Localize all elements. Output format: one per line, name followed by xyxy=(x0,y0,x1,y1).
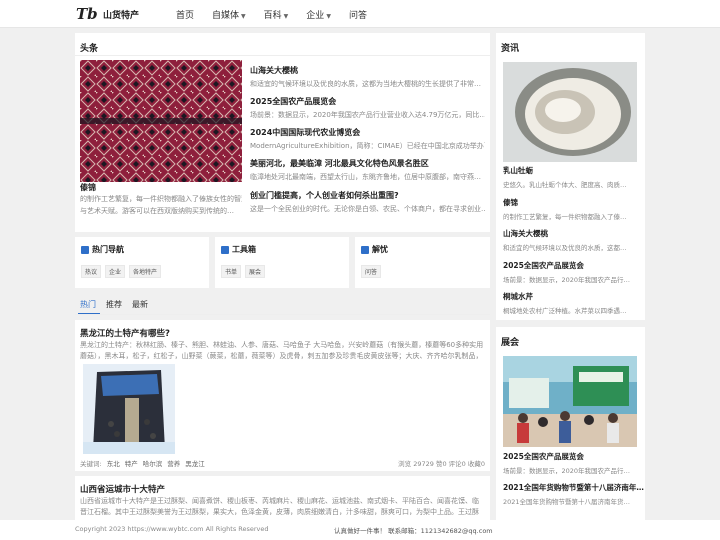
expo-item-desc: 场前景：数据显示，2020年我国农产品行… xyxy=(503,467,631,475)
keyword-link[interactable]: 哈尔滨 xyxy=(143,458,163,468)
news-item-title[interactable]: 傣锦 xyxy=(503,197,518,208)
tab-hot[interactable]: 热门 xyxy=(80,299,96,310)
tag-link[interactable]: 热议 xyxy=(81,265,102,278)
tag-link[interactable]: 展会 xyxy=(245,265,266,278)
footer-copyright: Copyright 2023 https://www.wybtc.com All… xyxy=(75,525,269,533)
article-stats: 浏览 29729 赞0 评论0 收藏0 xyxy=(398,460,485,468)
caret-down-icon: ▼ xyxy=(283,12,289,20)
expo-item-title[interactable]: 2021全国年货购物节暨第十八届济南年… xyxy=(503,482,644,493)
grid-icon xyxy=(81,245,89,254)
feature-image[interactable] xyxy=(80,60,242,182)
nav-label: 百科 xyxy=(263,10,282,21)
nav-qa[interactable]: 问答 xyxy=(349,8,367,21)
tag-link[interactable]: 问答 xyxy=(361,265,382,278)
headline-item-desc: 和适宜的气候环境以及优良的水质，这都为当地大樱桃的生长提供了非常… xyxy=(250,80,481,88)
footer: Copyright 2023 https://www.wybtc.com All… xyxy=(0,520,720,540)
headline-item-desc: 场前景：数据显示，2020年我国农产品行业营业收入达4.79万亿元，同比… xyxy=(250,111,485,119)
tag-link[interactable]: 书单 xyxy=(221,265,242,278)
tag-link[interactable]: 企业 xyxy=(105,265,126,278)
nav-home[interactable]: 首页 xyxy=(176,8,194,21)
keywords-label: 关键词: xyxy=(80,460,102,468)
widget-toolbox: 工具箱 书单 展会 xyxy=(215,237,349,288)
news-feature-image[interactable] xyxy=(503,62,637,162)
expo-item-title[interactable]: 2025全国农产品展览会 xyxy=(503,451,584,462)
headline-item-title[interactable]: 2025全国农产品展览会 xyxy=(250,96,336,107)
headline-item-title[interactable]: 创业门槛提高，个人创业者如何杀出重围? xyxy=(250,190,399,201)
nav-label: 自媒体 xyxy=(212,10,240,21)
article-title[interactable]: 黑龙江的土特产有哪些? xyxy=(80,327,170,339)
feature-title[interactable]: 傣锦 xyxy=(80,182,96,193)
toolbox-icon xyxy=(221,245,229,254)
news-item-title[interactable]: 桐城水芹 xyxy=(503,291,533,302)
main-nav: 首页 自媒体 ▼ 百科 ▼ 企业 ▼ 问答 xyxy=(176,0,385,28)
expo-feature-image[interactable] xyxy=(503,356,637,447)
widget-title: 工具箱 xyxy=(232,245,256,254)
sidebar-news: 资讯 乳山牡蛎 史悠久。乳山牡蛎个体大、肥度高、肉质… 傣锦 的制作工艺繁复，每… xyxy=(496,33,645,320)
article-keywords: 关键词: 东北 特产 哈尔滨 营养 黑龙江 xyxy=(80,458,205,468)
headline-item-title[interactable]: 山海关大樱桃 xyxy=(250,65,298,76)
site-logo[interactable]: Tb 山货特产 xyxy=(76,5,139,23)
article-desc: 黑龙江的土特产：秋林红肠、榛子、熊胆、林蛙油、人参、唐菇、马哈鱼子 大马哈鱼，兴… xyxy=(80,341,484,360)
expo-item-desc: 2021全国年货购物节暨第十八届济南年货… xyxy=(503,498,631,506)
tab-recommend[interactable]: 推荐 xyxy=(106,299,122,310)
nav-media[interactable]: 自媒体 ▼ xyxy=(212,8,246,21)
keyword-link[interactable]: 东北 xyxy=(107,458,120,468)
nav-label: 首页 xyxy=(176,10,195,21)
help-icon xyxy=(361,245,369,254)
tag-link[interactable]: 各地特产 xyxy=(129,265,162,278)
article-desc: 山西省运城市十大特产是王过酥梨、闻喜煮饼、稷山板枣、芮城麻片、稷山麻花、运城池盐… xyxy=(80,497,479,516)
caret-down-icon: ▼ xyxy=(326,12,331,20)
nav-label: 问答 xyxy=(348,10,367,21)
article-card: 黑龙江的土特产有哪些? 黑龙江的土特产：秋林红肠、榛子、熊胆、林蛙油、人参、唐菇… xyxy=(75,320,490,471)
footer-contact-prefix: 认真做好一件事！ 联系邮箱： xyxy=(334,527,421,535)
news-item-desc: 的制作工艺繁复，每一件织物都融入了傣… xyxy=(503,213,627,221)
news-item-desc: 桐城地处农村广泛种植。水芹菜以四季遇… xyxy=(503,307,627,315)
keyword-link[interactable]: 黑龙江 xyxy=(185,458,205,468)
headlines-title: 头条 xyxy=(80,44,99,54)
headlines-panel: 头条 傣锦 的制作工艺繁复，每一件织物都融入了傣族女性的智慧与艺术天赋。游客可以… xyxy=(75,33,490,232)
nav-wiki[interactable]: 百科 ▼ xyxy=(264,8,289,21)
widget-hot-nav: 热门导航 热议 企业 各地特产 xyxy=(75,237,209,288)
news-feature-desc: 史悠久。乳山牡蛎个体大、肥度高、肉质… xyxy=(503,181,627,189)
feed-tabs: 热门 推荐 最新 xyxy=(75,293,490,315)
news-item-title[interactable]: 2025全国农产品展览会 xyxy=(503,260,584,271)
news-item-desc: 和适宜的气候环境以及优良的水质，这都… xyxy=(503,244,627,252)
headline-item-title[interactable]: 美丽河北，最美临漳 河北最具文化特色风景名胜区 xyxy=(250,158,429,169)
sidebar-expo: 展会 2025全国农产品展览会 场前景：数据显示，2020年我国农产品行… 20… xyxy=(496,327,645,520)
logo-mark: Tb xyxy=(76,5,98,23)
caret-down-icon: ▼ xyxy=(241,12,246,20)
headline-item-desc: 临漳地处河北最南端，西望太行山，东眺齐鲁地，位居中原腹部，南守燕… xyxy=(250,173,481,181)
news-item-desc: 场前景：数据显示，2020年我国农产品行… xyxy=(503,276,631,284)
expo-title: 展会 xyxy=(501,338,520,348)
widget-title: 解忧 xyxy=(372,245,388,254)
nav-label: 企业 xyxy=(306,10,325,21)
tab-latest[interactable]: 最新 xyxy=(132,299,148,310)
article-title[interactable]: 山西省运城市十大特产 xyxy=(80,483,165,495)
feature-desc: 的制作工艺繁复，每一件织物都融入了傣族女性的智慧与艺术天赋。游客可以在西双版纳购… xyxy=(80,195,242,203)
keyword-link[interactable]: 营养 xyxy=(167,458,180,468)
headline-item-title[interactable]: 2024中国国际现代农业博览会 xyxy=(250,127,360,138)
footer-contact: 认真做好一件事！ 联系邮箱：1121342682@qq.com xyxy=(334,525,493,535)
news-feature-title[interactable]: 乳山牡蛎 xyxy=(503,165,533,176)
widget-title: 热门导航 xyxy=(92,245,124,254)
headline-item-desc: 这是一个全民创业的时代。无论你是白领、农民、个体商户，都在寻求创业… xyxy=(250,205,485,213)
keyword-link[interactable]: 特产 xyxy=(125,458,138,468)
top-navbar: Tb 山货特产 首页 自媒体 ▼ 百科 ▼ 企业 ▼ 问答 xyxy=(0,0,720,28)
site-name: 山货特产 xyxy=(103,10,140,21)
news-title: 资讯 xyxy=(501,44,520,54)
article-card: 山西省运城市十大特产 山西省运城市十大特产是王过酥梨、闻喜煮饼、稷山板枣、芮城麻… xyxy=(75,476,490,520)
article-image[interactable] xyxy=(83,364,175,454)
widget-help: 解忧 问答 xyxy=(355,237,490,288)
headline-item-desc: ModernAgricultureExhibition，简称：CIMAE）已经在… xyxy=(250,142,485,150)
news-item-title[interactable]: 山海关大樱桃 xyxy=(503,228,548,239)
nav-enterprise[interactable]: 企业 ▼ xyxy=(306,8,331,21)
footer-contact-email[interactable]: 1121342682@qq.com xyxy=(421,527,493,535)
